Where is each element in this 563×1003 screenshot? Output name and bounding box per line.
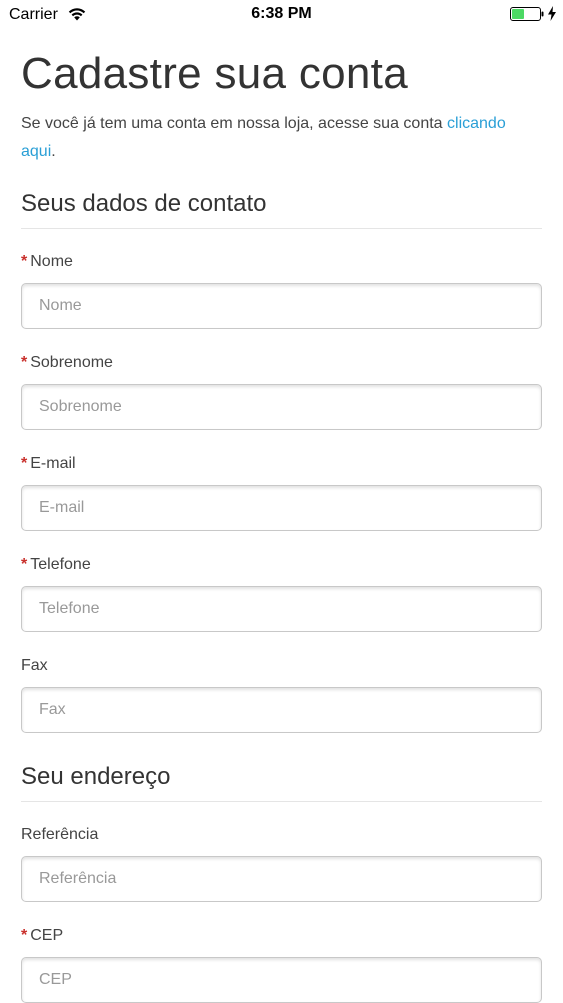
sobrenome-label-text: Sobrenome [30,354,113,371]
signup-form: Cadastre sua conta Se você já tem uma co… [21,44,542,1003]
email-label: * E-mail [21,453,542,475]
field-email: * E-mail [21,453,542,531]
nome-label: * Nome [21,251,542,273]
referencia-label: Referência [21,826,99,843]
page-title: Cadastre sua conta [21,49,408,98]
telefone-label-text: Telefone [30,556,91,573]
field-cep: * CEP [21,925,542,1003]
status-bar: Carrier 6:38 PM [0,0,563,30]
required-mark: * [21,455,28,472]
required-mark: * [21,556,28,573]
required-mark: * [21,927,28,944]
nome-label-text: Nome [30,253,73,270]
field-sobrenome: * Sobrenome [21,352,542,430]
cep-label: * CEP [21,925,542,947]
email-label-text: E-mail [30,455,76,472]
sobrenome-label: * Sobrenome [21,352,542,374]
referencia-input[interactable] [21,856,542,902]
field-referencia: Referência [21,824,542,902]
intro-text-main: Se você já tem uma conta em nossa loja, … [21,115,448,132]
intro-text: Se você já tem uma conta em nossa loja, … [21,110,542,166]
field-nome: * Nome [21,251,542,329]
status-time: 6:38 PM [251,5,312,22]
section-title-address: Seu endereço [21,759,542,802]
sobrenome-input[interactable] [21,384,542,430]
telefone-input[interactable] [21,586,542,632]
required-mark: * [21,354,28,371]
section-title-contact: Seus dados de contato [21,186,542,229]
charging-bolt-icon [548,6,556,21]
field-fax: Fax [21,655,542,733]
email-input[interactable] [21,485,542,531]
cep-label-text: CEP [30,927,64,944]
intro-text-end: . [51,143,56,160]
fax-input[interactable] [21,687,542,733]
field-telefone: * Telefone [21,554,542,632]
required-mark: * [21,253,28,270]
battery-icon [510,7,544,21]
telefone-label: * Telefone [21,554,542,576]
nome-input[interactable] [21,283,542,329]
fax-label: Fax [21,657,48,674]
cep-input[interactable] [21,957,542,1003]
